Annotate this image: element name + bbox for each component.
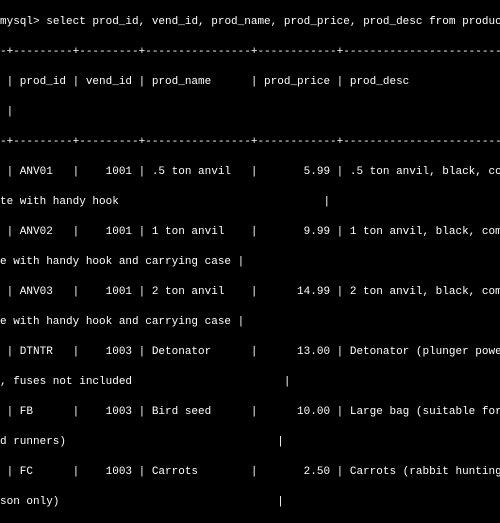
table-row: | DTNTR | 1003 | Detonator | 13.00 | Det… — [0, 345, 500, 360]
table-row: e with handy hook and carrying case | — [0, 255, 500, 270]
table-row: son only) | — [0, 495, 500, 510]
table-row: | ANV02 | 1001 | 1 ton anvil | 9.99 | 1 … — [0, 225, 500, 240]
table-header-cont: | — [0, 105, 500, 120]
table-row: | ANV01 | 1001 | .5 ton anvil | 5.99 | .… — [0, 165, 500, 180]
prompt-line: mysql> select prod_id, vend_id, prod_nam… — [0, 15, 500, 30]
table-row: , fuses not included | — [0, 375, 500, 390]
terminal: mysql> select prod_id, vend_id, prod_nam… — [0, 0, 500, 523]
table-row: | FC | 1003 | Carrots | 2.50 | Carrots (… — [0, 465, 500, 480]
table-row: te with handy hook | — [0, 195, 500, 210]
table-row: | ANV03 | 1001 | 2 ton anvil | 14.99 | 2… — [0, 285, 500, 300]
table-header: | prod_id | vend_id | prod_name | prod_p… — [0, 75, 500, 90]
table-row: | FB | 1003 | Bird seed | 10.00 | Large … — [0, 405, 500, 420]
table-row: d runners) | — [0, 435, 500, 450]
table-row: e with handy hook and carrying case | — [0, 315, 500, 330]
table-border-mid: -+---------+---------+----------------+-… — [0, 135, 500, 150]
sql-query: select prod_id, vend_id, prod_name, prod… — [46, 16, 500, 28]
table-border-top: -+---------+---------+----------------+-… — [0, 45, 500, 60]
prompt: mysql> — [0, 16, 40, 28]
